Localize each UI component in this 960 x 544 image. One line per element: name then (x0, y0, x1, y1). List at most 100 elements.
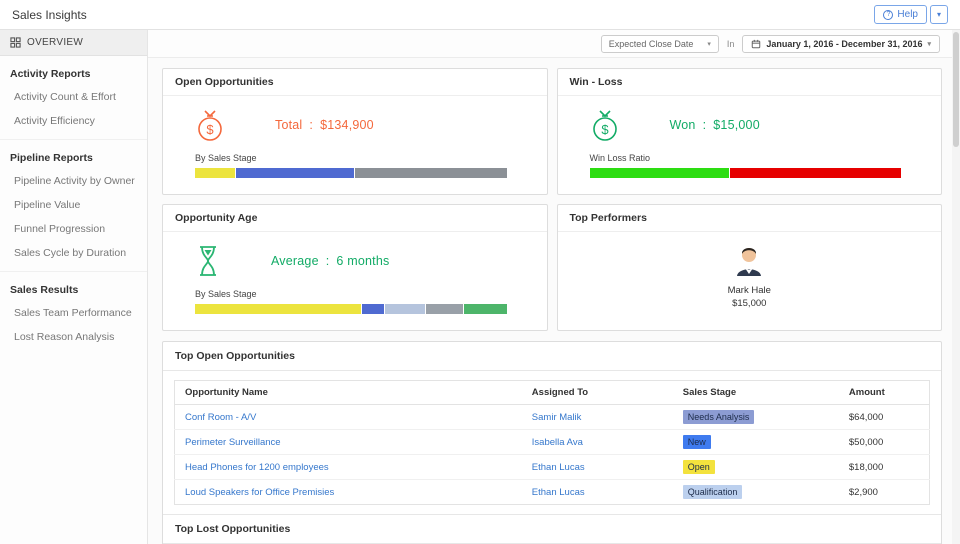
col-header: Amount (838, 380, 930, 405)
assignee-link[interactable]: Samir Malik (532, 412, 582, 423)
sidebar-section-pipeline-reports: Pipeline Reports Pipeline Activity by Ow… (0, 139, 147, 271)
vertical-scrollbar[interactable] (952, 30, 960, 544)
calendar-icon (752, 39, 761, 48)
table-row: Conf Room - A/V Samir Malik Needs Analys… (174, 404, 930, 430)
table-row: Loud Speakers for Office Premisies Ethan… (175, 480, 930, 505)
card-title: Open Opportunities (163, 69, 547, 96)
hourglass-icon (200, 246, 216, 276)
open-opportunities-metric: Total: $134,900 (275, 118, 374, 132)
metric-label: Average (271, 254, 319, 268)
amount-cell: $64,000 (838, 404, 930, 430)
opportunity-link[interactable]: Perimeter Surveillance (185, 437, 281, 448)
opportunity-age-stage-bar (195, 304, 507, 314)
amount-cell: $18,000 (838, 454, 930, 480)
performer-name: Mark Hale (727, 285, 771, 296)
chevron-down-icon: ▾ (927, 40, 931, 48)
sidebar-item-lost-reason-analysis[interactable]: Lost Reason Analysis (0, 325, 147, 349)
field-filter-dropdown[interactable]: Expected Close Date ▾ (600, 34, 719, 53)
col-header: Sales Stage (672, 380, 839, 405)
bar-segment-stage-4 (425, 304, 463, 314)
stage-badge: Needs Analysis (682, 410, 755, 424)
metric-value: $15,000 (713, 118, 760, 132)
table-header-row: Opportunity Name Assigned To Sales Stage… (174, 380, 930, 405)
amount-cell: $2,900 (848, 486, 878, 498)
section-title: Sales Results (10, 284, 79, 296)
assignee-link[interactable]: Ethan Lucas (532, 462, 585, 473)
amount-cell: $50,000 (838, 429, 930, 455)
date-range-value: January 1, 2016 - December 31, 2016 (766, 38, 923, 49)
col-header: Assigned To (521, 380, 673, 405)
field-filter-value: Expected Close Date (608, 38, 694, 49)
opportunities-tables-card: Top Open Opportunities Opportunity Name … (162, 341, 942, 544)
main-content: Expected Close Date ▾ In January 1, 2016… (148, 30, 960, 544)
metric-label: Won (669, 118, 696, 132)
section-title: Activity Reports (10, 68, 91, 80)
sidebar-item-pipeline-value[interactable]: Pipeline Value (0, 193, 147, 217)
stage-badge: Open (682, 460, 715, 474)
topbar-dropdown-button[interactable]: ▾ (929, 5, 948, 24)
bar-segment-stage-2 (236, 168, 355, 178)
assignee-link[interactable]: Isabella Ava (532, 437, 583, 448)
performer-amount: $15,000 (732, 298, 767, 309)
sidebar-item-activity-efficiency[interactable]: Activity Efficiency (0, 109, 147, 133)
card-title: Opportunity Age (163, 205, 547, 232)
bar-segment-stage-1 (195, 304, 362, 314)
sidebar-item-funnel-progression[interactable]: Funnel Progression (0, 217, 147, 241)
card-title: Win - Loss (557, 69, 941, 96)
filter-bar: Expected Close Date ▾ In January 1, 2016… (148, 30, 960, 58)
bar-segment-stage-3 (355, 168, 507, 178)
opportunity-link[interactable]: Loud Speakers for Office Premisies (185, 487, 334, 498)
bar-segment-won (589, 168, 730, 178)
sidebar-item-sales-team-performance[interactable]: Sales Team Performance (0, 301, 147, 325)
bar-segment-lost (730, 168, 902, 178)
table-row: Head Phones for 1200 employees Ethan Luc… (174, 454, 930, 480)
opportunity-age-metric: Average:6 months (271, 254, 390, 268)
chevron-down-icon: ▾ (936, 10, 941, 19)
sidebar-item-sales-cycle-by-duration[interactable]: Sales Cycle by Duration (0, 241, 147, 265)
assignee-link[interactable]: Ethan Lucas (532, 487, 585, 498)
dashboard-cards: Open Opportunities $ Total: $134,900 By S… (148, 58, 960, 331)
in-label: In (726, 38, 735, 49)
help-icon: ? (883, 9, 894, 20)
table-row: Perimeter Surveillance Isabella Ava New … (174, 429, 930, 455)
card-opportunity-age: Opportunity Age Average:6 months By Sale… (162, 204, 548, 331)
open-opportunities-stage-bar (195, 168, 507, 178)
card-open-opportunities: Open Opportunities $ Total: $134,900 By S… (162, 68, 548, 195)
opportunity-link[interactable]: Head Phones for 1200 employees (185, 462, 329, 473)
bar-segment-stage-2 (362, 304, 384, 314)
metric-value: $134,900 (320, 118, 374, 132)
opportunity-link[interactable]: Conf Room - A/V (185, 412, 256, 423)
sidebar-section-activity-reports: Activity Reports Activity Count & Effort… (0, 56, 147, 139)
sidebar-item-overview[interactable]: OVERVIEW (0, 30, 147, 56)
stage-badge: New (682, 435, 711, 449)
svg-text:$: $ (206, 122, 214, 137)
stage-badge: Qualification (682, 485, 743, 499)
date-range-dropdown[interactable]: January 1, 2016 - December 31, 2016 ▾ (742, 34, 940, 53)
metric-value: 6 months (336, 254, 390, 268)
card-win-loss: Win - Loss $ Won: $15,000 Win Loss Ratio (556, 68, 942, 195)
bar-label: Win Loss Ratio (589, 153, 651, 163)
sidebar-section-sales-results: Sales Results Sales Team Performance Los… (0, 271, 147, 355)
chevron-down-icon: ▾ (707, 40, 711, 48)
top-bar: Sales Insights ? Help ▾ (0, 0, 960, 30)
help-label: Help (897, 9, 918, 20)
app-title: Sales Insights (12, 7, 87, 22)
help-button[interactable]: ? Help (874, 5, 927, 24)
money-bag-icon: $ (592, 110, 617, 141)
bar-segment-stage-1 (195, 168, 236, 178)
overview-label: OVERVIEW (27, 37, 84, 48)
top-performer[interactable]: Mark Hale $15,000 (558, 232, 942, 309)
top-open-opportunities-table: Opportunity Name Assigned To Sales Stage… (174, 380, 930, 505)
bar-label: By Sales Stage (195, 153, 257, 163)
win-loss-ratio-bar (589, 168, 902, 178)
money-bag-icon: $ (198, 110, 222, 141)
win-loss-metric: Won: $15,000 (669, 118, 760, 132)
card-title: Top Performers (557, 205, 941, 232)
bar-segment-stage-5 (463, 304, 507, 314)
sidebar-item-pipeline-activity-by-owner[interactable]: Pipeline Activity by Owner (0, 169, 147, 193)
scrollbar-thumb[interactable] (953, 32, 959, 147)
section-title: Pipeline Reports (10, 152, 93, 164)
sidebar-item-activity-count-effort[interactable]: Activity Count & Effort (0, 85, 147, 109)
sidebar: OVERVIEW Activity Reports Activity Count… (0, 30, 148, 544)
top-lost-opportunities-title: Top Lost Opportunities (163, 514, 941, 544)
